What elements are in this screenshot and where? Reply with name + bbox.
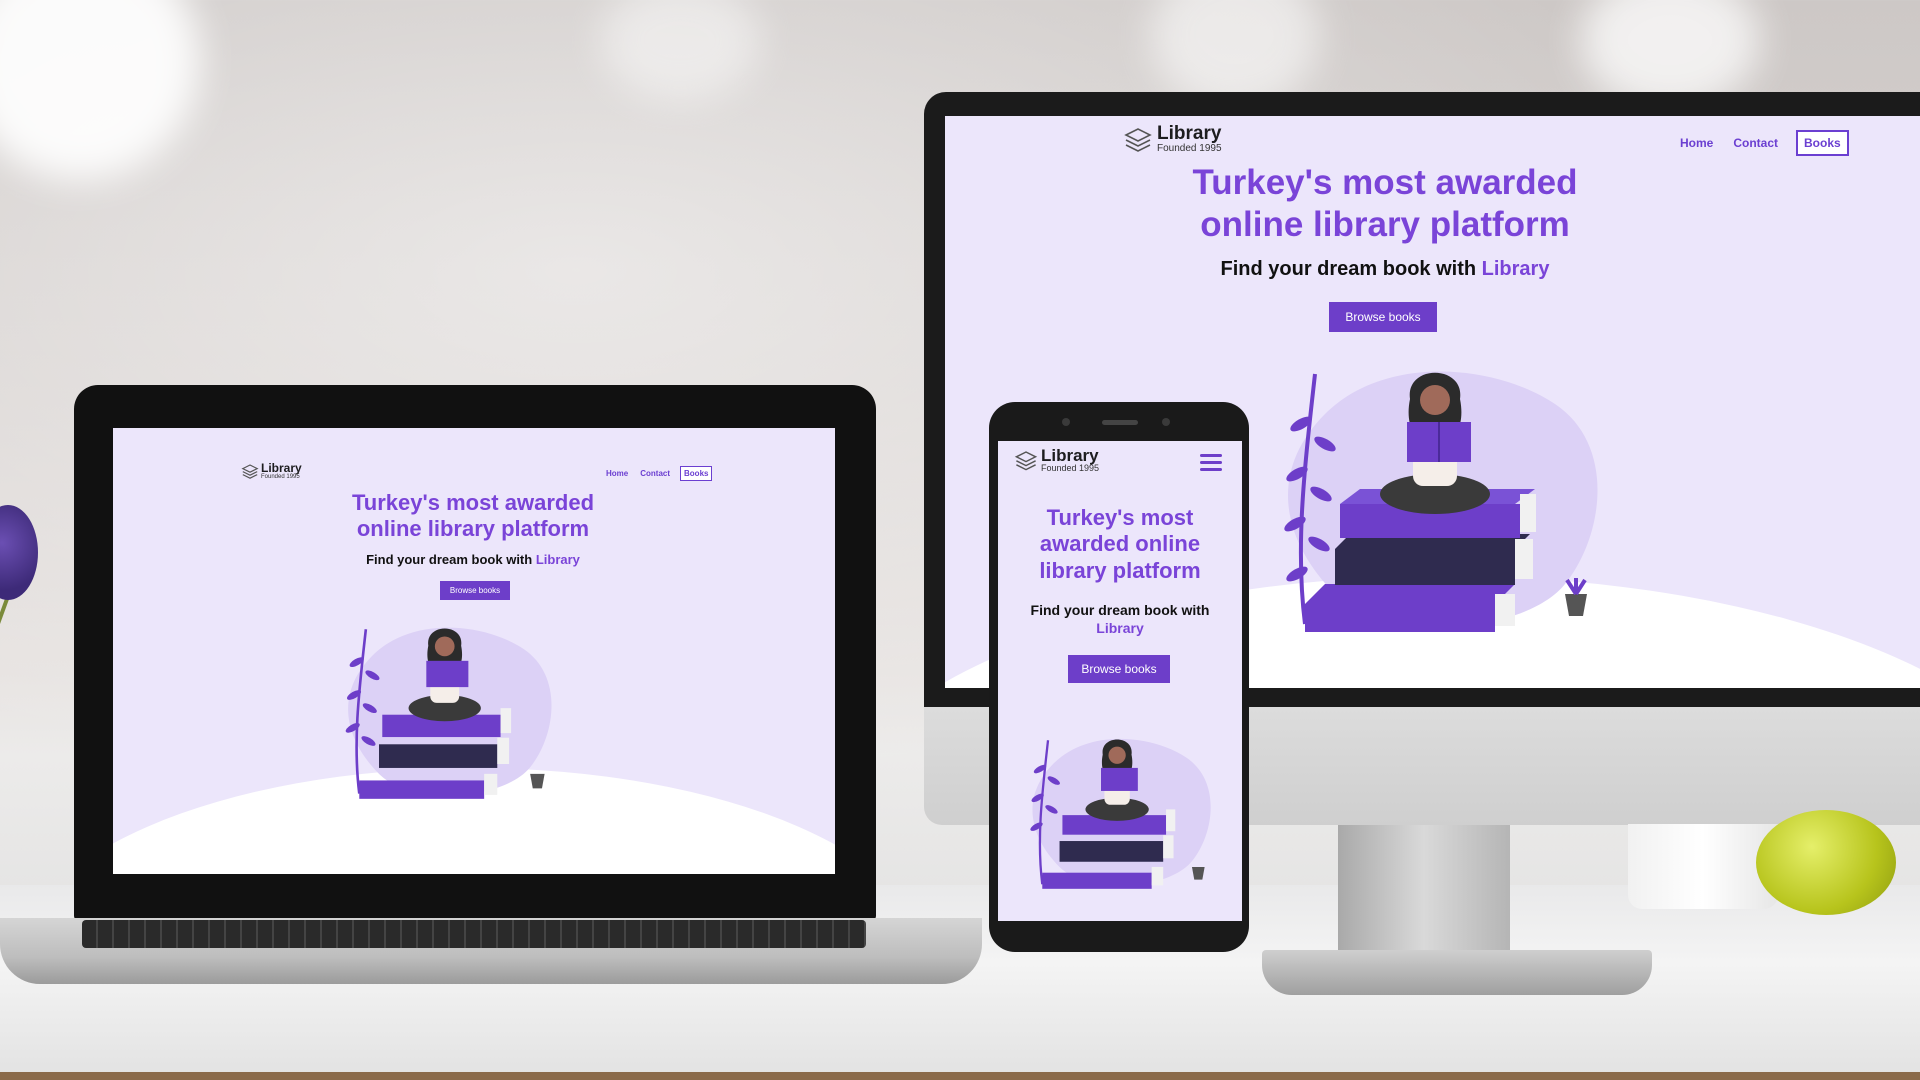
phone-screen-site: Library Founded 1995 Turkey's most award… — [998, 441, 1242, 921]
logo-tagline: Founded 1995 — [1157, 143, 1222, 154]
hero-headline-line2: online library platform — [356, 516, 590, 542]
book-bottom — [1305, 584, 1515, 604]
site-logo[interactable]: Library Founded 1995 — [1123, 124, 1222, 154]
reading-woman-illustration — [345, 627, 552, 799]
reading-woman-illustration — [1284, 371, 1598, 632]
nav-home-link[interactable]: Home — [606, 469, 628, 478]
phone-speaker — [1102, 420, 1138, 425]
nav-contact-link[interactable]: Contact — [1733, 136, 1778, 150]
nav-books-button[interactable]: Books — [1796, 130, 1849, 156]
nav-home-link[interactable]: Home — [1680, 136, 1713, 150]
hero-subline-highlight: Library — [1481, 258, 1550, 280]
hero-subline-highlight: Library — [1096, 620, 1144, 637]
hero-headline-line1: Turkey's most awarded — [351, 490, 595, 515]
nav-books-button[interactable]: Books — [680, 466, 713, 481]
browse-books-button[interactable]: Browse books — [1068, 655, 1170, 683]
books-stack-logo-icon — [1014, 451, 1038, 471]
hero-headline-line1: Turkey's most awarded — [1192, 163, 1578, 202]
logo-name: Library — [1157, 123, 1222, 144]
site-logo[interactable]: Library Founded 1995 — [241, 462, 302, 481]
hero-headline-line2: awarded online — [1039, 531, 1201, 557]
hero-subline-text: Find your dream book with — [366, 552, 533, 567]
laptop-keyboard — [82, 920, 866, 948]
reading-woman-illustration — [1030, 738, 1211, 889]
green-apple — [1756, 810, 1896, 915]
hero-subline: Find your dream book with Library — [1125, 258, 1645, 281]
top-nav: Home Contact Books — [1680, 130, 1849, 156]
hero-subline-text: Find your dream book with — [1030, 602, 1210, 618]
logo-tagline: Founded 1995 — [261, 474, 300, 480]
logo-tagline: Founded 1995 — [1041, 463, 1100, 473]
books-stack-logo-icon — [241, 464, 259, 480]
hero-headline-line3: library platform — [1039, 557, 1201, 583]
hamburger-menu-icon[interactable] — [1200, 454, 1222, 472]
hero-headline: Turkey's most awarded online library pla… — [1008, 505, 1232, 584]
nav-contact-link[interactable]: Contact — [640, 469, 670, 478]
browse-books-button[interactable]: Browse books — [1329, 302, 1437, 332]
hero-subline-text: Find your dream book with — [1220, 258, 1477, 280]
phone-sensor — [1162, 418, 1170, 426]
browse-books-button[interactable]: Browse books — [440, 581, 510, 600]
logo-name: Library — [261, 461, 302, 475]
logo-name: Library — [1041, 446, 1099, 465]
hero-headline: Turkey's most awarded online library pla… — [1125, 162, 1645, 246]
plant-pot — [1565, 594, 1587, 616]
laptop-screen-site: Library Founded 1995 Home Contact Books … — [113, 428, 835, 874]
hero-subline: Find your dream book with Library — [1008, 601, 1232, 637]
desk-edge — [0, 1072, 1920, 1080]
site-logo[interactable]: Library Founded 1995 — [1014, 447, 1099, 474]
hero-headline-line2: online library platform — [1200, 205, 1570, 244]
hero-subline-highlight: Library — [535, 552, 580, 567]
phone-camera — [1062, 418, 1070, 426]
hero-headline: Turkey's most awarded online library pla… — [273, 490, 673, 543]
top-nav: Home Contact Books — [606, 466, 713, 481]
books-stack-logo-icon — [1124, 128, 1152, 152]
monitor-stand-foot — [1262, 950, 1652, 995]
hero-subline: Find your dream book with Library — [273, 552, 673, 567]
monitor-stand-neck — [1338, 825, 1510, 965]
hero-headline-line1: Turkey's most — [1046, 505, 1194, 530]
